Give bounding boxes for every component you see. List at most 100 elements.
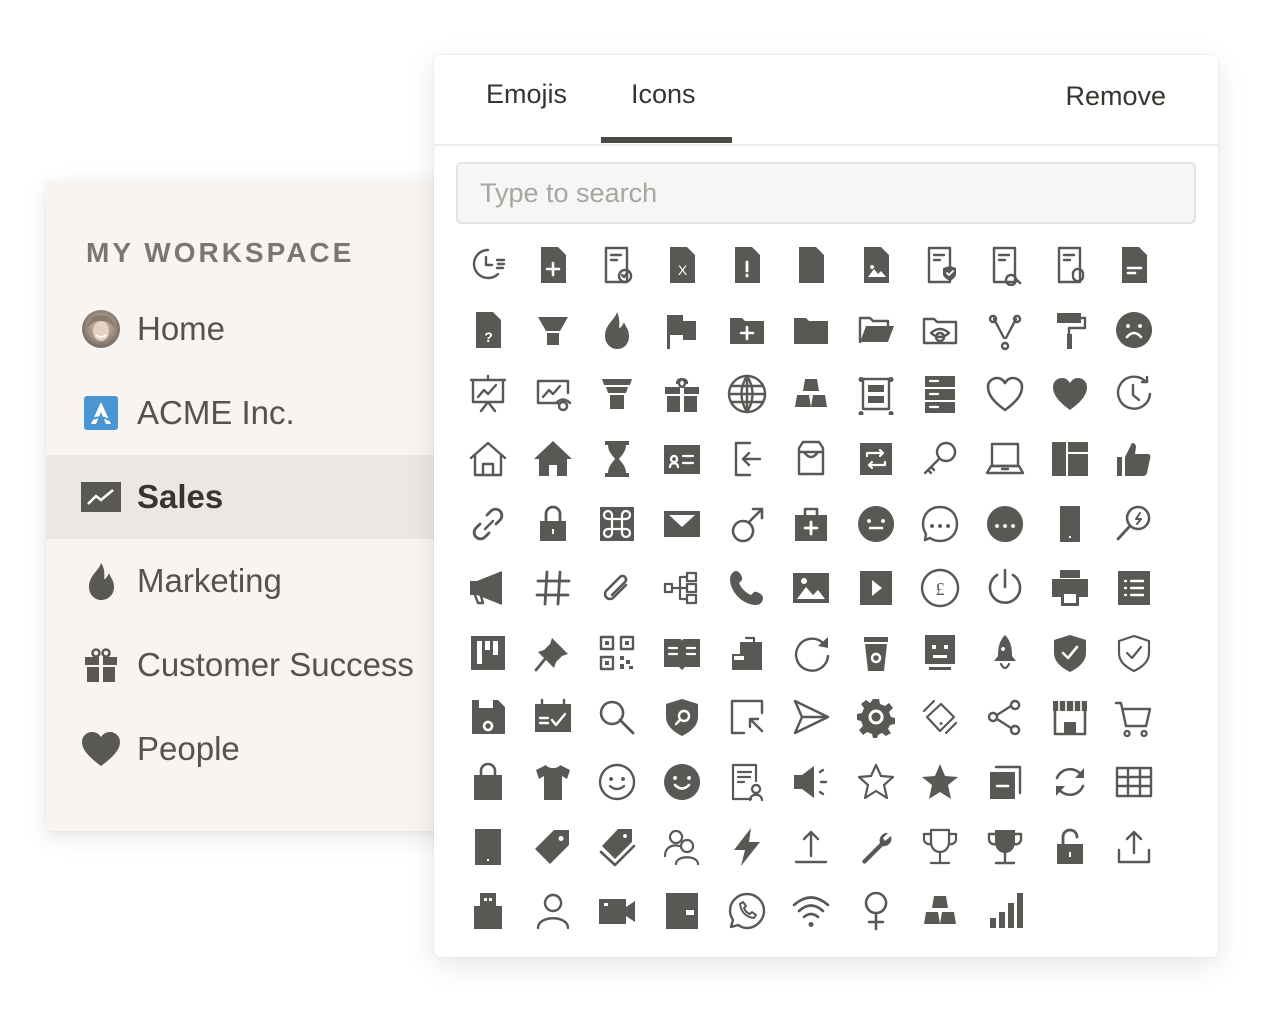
laptop-icon[interactable] [973, 427, 1038, 492]
kanban-icon[interactable] [456, 621, 521, 686]
repeat-box-icon[interactable] [844, 427, 909, 492]
tag-icon[interactable] [521, 814, 586, 879]
image-icon[interactable] [779, 556, 844, 621]
sync-icon[interactable] [1037, 750, 1102, 815]
key-icon[interactable] [908, 427, 973, 492]
mobile-icon[interactable] [1037, 491, 1102, 556]
printer-icon[interactable] [1037, 556, 1102, 621]
funnel-icon[interactable] [521, 298, 586, 363]
unlock-icon[interactable] [1037, 814, 1102, 879]
list-icon[interactable] [1102, 556, 1167, 621]
book-open-icon[interactable] [650, 621, 715, 686]
robot-icon[interactable] [908, 621, 973, 686]
megaphone-icon[interactable] [456, 556, 521, 621]
thumbs-up-icon[interactable] [1102, 427, 1167, 492]
video-icon[interactable] [585, 879, 650, 944]
file-x-icon[interactable]: X [650, 233, 715, 298]
home-icon[interactable] [521, 427, 586, 492]
hashtag-icon[interactable] [521, 556, 586, 621]
folder-add-icon[interactable] [714, 298, 779, 363]
frame-icon[interactable] [844, 362, 909, 427]
sidebar-item-acme[interactable]: ACME Inc. [46, 371, 466, 455]
tab-icons[interactable]: Icons [631, 79, 696, 110]
bar-chart-icon[interactable] [973, 879, 1038, 944]
folder-eye-icon[interactable] [908, 298, 973, 363]
pin-icon[interactable] [521, 621, 586, 686]
male-icon[interactable] [714, 491, 779, 556]
shopping-bag-icon[interactable] [456, 750, 521, 815]
folder-icon[interactable] [779, 298, 844, 363]
layout-icon[interactable] [1037, 427, 1102, 492]
lock-icon[interactable] [521, 491, 586, 556]
gold-bars-icon[interactable] [908, 879, 973, 944]
sidebar-item-sales[interactable]: Sales [46, 455, 466, 539]
paperclip-icon[interactable] [585, 556, 650, 621]
send-icon[interactable] [779, 685, 844, 750]
cart-icon[interactable] [1102, 685, 1167, 750]
funnel-steps-icon[interactable] [585, 362, 650, 427]
store-icon[interactable] [1037, 685, 1102, 750]
play-icon[interactable] [844, 556, 909, 621]
gold-bars-icon[interactable] [779, 362, 844, 427]
file-check-icon[interactable] [585, 233, 650, 298]
file-alert-icon[interactable] [714, 233, 779, 298]
device-rotate-icon[interactable] [908, 685, 973, 750]
tshirt-icon[interactable] [521, 750, 586, 815]
redo-icon[interactable] [779, 621, 844, 686]
heart-outline-icon[interactable] [973, 362, 1038, 427]
floppy-icon[interactable] [456, 685, 521, 750]
power-icon[interactable] [973, 556, 1038, 621]
tab-emojis[interactable]: Emojis [486, 79, 567, 110]
home-outline-icon[interactable] [456, 427, 521, 492]
wallet-icon[interactable] [650, 879, 715, 944]
remove-button[interactable]: Remove [1065, 81, 1166, 112]
file-text-icon[interactable] [1102, 233, 1167, 298]
chat-outline-icon[interactable] [908, 491, 973, 556]
file-search-icon[interactable] [973, 233, 1038, 298]
search-icon[interactable] [585, 685, 650, 750]
folder-open-icon[interactable] [844, 298, 909, 363]
star-icon[interactable] [908, 750, 973, 815]
wrench-icon[interactable] [844, 814, 909, 879]
trophy-icon[interactable] [973, 814, 1038, 879]
face-neutral-icon[interactable] [844, 491, 909, 556]
sidebar-item-people[interactable]: People [46, 707, 466, 791]
globe-icon[interactable] [714, 362, 779, 427]
hierarchy-icon[interactable] [650, 556, 715, 621]
medkit-icon[interactable] [779, 491, 844, 556]
server-icon[interactable] [908, 362, 973, 427]
file-question-icon[interactable]: ? [456, 298, 521, 363]
table-icon[interactable] [1102, 750, 1167, 815]
link-icon[interactable] [456, 491, 521, 556]
shield-search-icon[interactable] [650, 685, 715, 750]
gift-icon[interactable] [650, 362, 715, 427]
file-add-icon[interactable] [521, 233, 586, 298]
smile-outline-icon[interactable] [585, 750, 650, 815]
command-icon[interactable] [585, 491, 650, 556]
calendar-check-icon[interactable] [521, 685, 586, 750]
paint-roller-icon[interactable] [1037, 298, 1102, 363]
certificate-icon[interactable] [714, 750, 779, 815]
sign-in-icon[interactable] [714, 427, 779, 492]
heart-icon[interactable] [1037, 362, 1102, 427]
users-icon[interactable] [650, 814, 715, 879]
file-icon[interactable] [779, 233, 844, 298]
phone-icon[interactable] [714, 556, 779, 621]
file-image-icon[interactable] [844, 233, 909, 298]
hourglass-icon[interactable] [585, 427, 650, 492]
clipboard-icon[interactable] [714, 621, 779, 686]
search-input[interactable] [456, 162, 1196, 224]
star-outline-icon[interactable] [844, 750, 909, 815]
female-icon[interactable] [844, 879, 909, 944]
sidebar-item-home[interactable]: Home [46, 287, 466, 371]
face-sad-icon[interactable] [1102, 298, 1167, 363]
coffee-cup-icon[interactable] [844, 621, 909, 686]
upload-icon[interactable] [1102, 814, 1167, 879]
copy-minus-icon[interactable] [973, 750, 1038, 815]
fork-icon[interactable] [973, 298, 1038, 363]
clock-refresh-icon[interactable] [1102, 362, 1167, 427]
bolt-icon[interactable] [714, 814, 779, 879]
cursor-box-icon[interactable] [714, 685, 779, 750]
upload-line-icon[interactable] [779, 814, 844, 879]
sidebar-item-marketing[interactable]: Marketing [46, 539, 466, 623]
